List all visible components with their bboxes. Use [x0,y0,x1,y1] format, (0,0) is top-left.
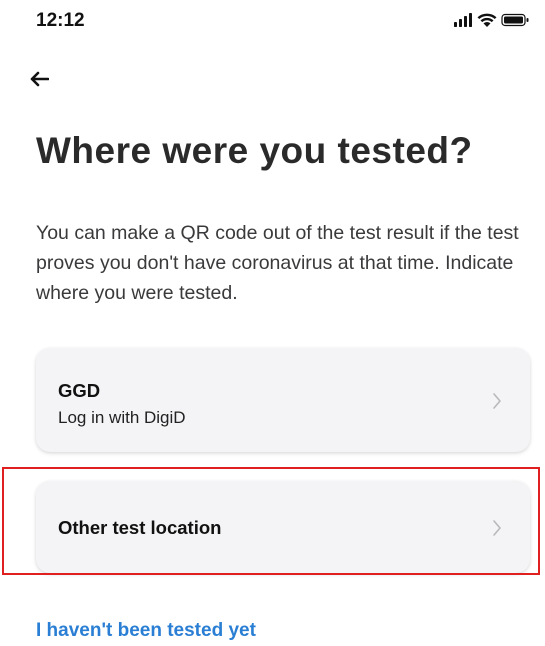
battery-icon [501,13,529,27]
status-icons [454,13,529,27]
page-title: Where were you tested? [36,130,473,171]
chevron-right-icon [493,520,501,536]
page-description: You can make a QR code out of the test r… [36,222,519,305]
status-time: 12:12 [36,10,85,31]
wifi-icon [477,13,497,27]
option-ggd[interactable]: GGD Log in with DigiD [36,348,530,452]
chevron-right-icon [493,393,501,409]
option-other-test-location[interactable]: Other test location [36,481,530,573]
option-ggd-title: GGD [58,380,101,401]
arrow-left-icon [30,71,49,87]
not-tested-link[interactable]: I haven't been tested yet [36,620,256,642]
option-other-test-location-title: Other test location [58,517,222,538]
option-ggd-subtitle: Log in with DigiD [58,408,186,427]
cellular-signal-icon [454,13,472,27]
status-bar: 12:12 [0,0,545,40]
back-button[interactable] [26,66,52,92]
